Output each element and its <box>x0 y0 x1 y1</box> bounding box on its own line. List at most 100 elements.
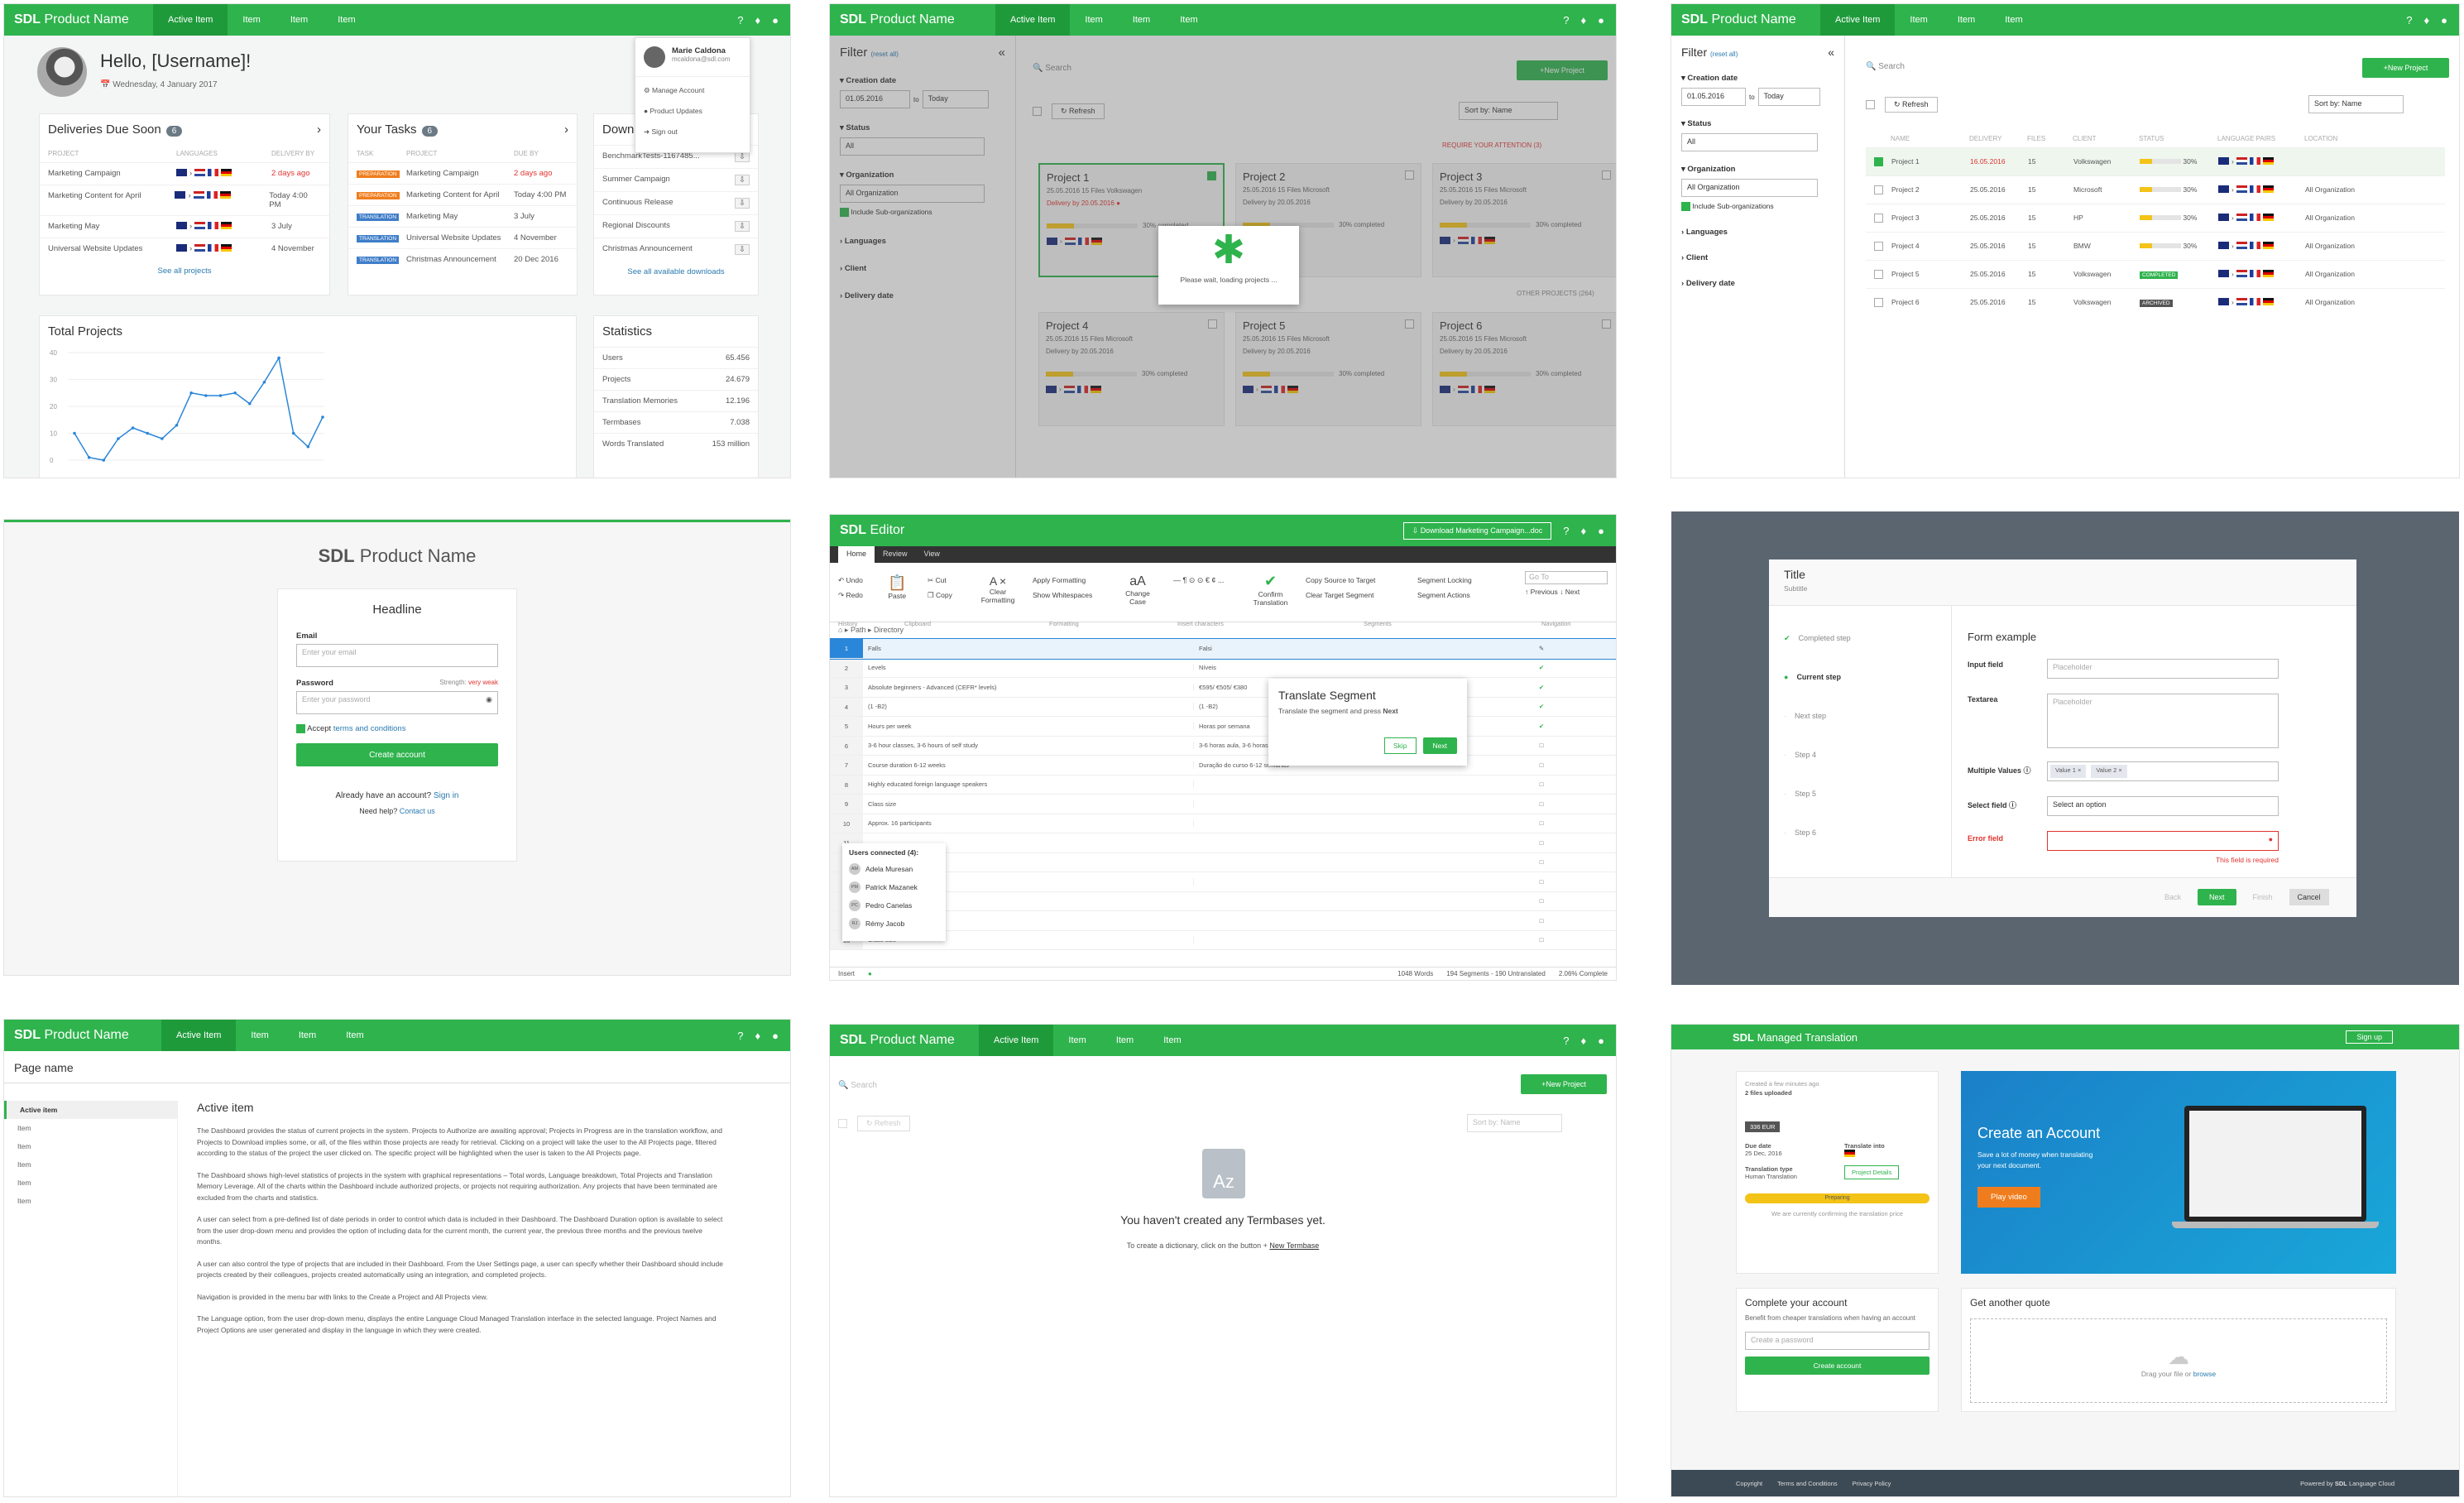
bell-icon[interactable]: ♦ <box>1581 1035 1587 1047</box>
signup-button[interactable]: Sign up <box>2346 1030 2393 1044</box>
cut-button[interactable]: ✂ Cut <box>928 573 952 588</box>
user-icon[interactable]: ● <box>772 1030 779 1042</box>
download-icon[interactable]: ⇩ <box>735 175 750 185</box>
table-row[interactable]: Marketing Campaign › 2 days ago <box>40 162 329 185</box>
privacy-link[interactable]: Privacy Policy <box>1853 1480 1891 1487</box>
row-checkbox[interactable] <box>1874 157 1883 166</box>
input-field[interactable]: Placeholder <box>2047 659 2279 679</box>
file-dropzone[interactable]: ☁ Drag your file or browse <box>1970 1318 2387 1403</box>
column-header[interactable]: CLIENT <box>2073 135 2139 142</box>
data-point[interactable] <box>175 423 179 427</box>
select-all-checkbox[interactable] <box>838 1119 847 1128</box>
download-icon[interactable]: ⇩ <box>735 244 750 255</box>
segment-row[interactable]: 15□ <box>830 911 1616 931</box>
logo[interactable]: SDL Product Name <box>4 12 153 27</box>
goto-input[interactable]: Go To <box>1525 571 1608 584</box>
select-all-checkbox[interactable] <box>1866 100 1875 109</box>
data-point[interactable] <box>262 380 266 384</box>
select-field[interactable]: Select an option <box>2047 796 2279 816</box>
table-row[interactable]: TRANSLATION Marketing May 3 July <box>348 205 577 227</box>
redo-button[interactable]: ↷ Redo <box>838 588 863 603</box>
see-all-downloads-link[interactable]: See all available downloads <box>594 261 758 283</box>
row-checkbox[interactable] <box>1874 270 1883 279</box>
date-to-input[interactable]: Today <box>1757 88 1820 106</box>
download-row[interactable]: Regional Discounts ⇩ <box>594 214 758 238</box>
data-point[interactable] <box>277 356 280 360</box>
nav-item-active[interactable]: Active Item <box>995 4 1071 36</box>
bell-icon[interactable]: ♦ <box>1581 525 1587 537</box>
connected-user[interactable]: AM Adela Muresan <box>849 860 939 878</box>
data-point[interactable] <box>161 437 164 440</box>
download-row[interactable]: Continuous Release ⇩ <box>594 191 758 214</box>
table-row[interactable]: PREPARATION Marketing Content for April To… <box>348 184 577 205</box>
segment-actions-button[interactable]: Segment Actions <box>1417 588 1472 603</box>
browse-link[interactable]: browse <box>2193 1370 2216 1378</box>
new-project-button[interactable]: + New Project <box>2362 58 2449 78</box>
table-row[interactable]: TRANSLATION Universal Website Updates 4 No… <box>348 227 577 248</box>
sort-select[interactable]: Sort by: Name <box>2308 95 2404 113</box>
tab-home[interactable]: Home <box>838 546 875 563</box>
column-header[interactable]: NAME <box>1891 135 1969 142</box>
data-point[interactable] <box>117 437 120 440</box>
segment-row[interactable]: 12□ <box>830 852 1616 872</box>
user-icon[interactable]: ● <box>1598 1035 1604 1047</box>
nav-item[interactable]: Item <box>284 1020 331 1051</box>
column-header[interactable]: STATUS <box>2139 135 2217 142</box>
tab-review[interactable]: Review <box>875 546 916 563</box>
sidebar-item[interactable]: Active item <box>4 1101 177 1119</box>
undo-button[interactable]: ↶ Undo <box>838 573 863 588</box>
tab-view[interactable]: View <box>916 546 948 563</box>
segment-row[interactable]: 8 Highly educated foreign language speake… <box>830 775 1616 795</box>
apply-formatting-button[interactable]: Apply Formatting <box>1033 573 1092 588</box>
data-point[interactable] <box>218 394 223 397</box>
email-field[interactable]: Enter your email <box>296 644 498 667</box>
refresh-button[interactable]: ↻ Refresh <box>1885 97 1938 113</box>
multi-select[interactable]: Value 1 × Value 2 × <box>2047 761 2279 781</box>
table-row[interactable]: Universal Website Updates › 4 November <box>40 238 329 260</box>
clear-formatting-button[interactable]: A × Clear Formatting <box>977 574 1019 604</box>
segment-locking-button[interactable]: Segment Locking <box>1417 573 1472 588</box>
column-header[interactable]: DELIVERY <box>1969 135 2027 142</box>
previous-button[interactable]: ↑ Previous <box>1525 588 1558 596</box>
wizard-step[interactable]: ✔ Completed step <box>1784 634 1949 673</box>
table-row[interactable]: Marketing Content for April › Today 4:00 P… <box>40 185 329 215</box>
row-checkbox[interactable] <box>1874 185 1883 194</box>
next-button[interactable]: ↓ Next <box>1560 588 1580 596</box>
segment-row[interactable]: 2 Levels Níveis ✔ <box>830 658 1616 678</box>
segment-row[interactable]: 6 3-6 hour classes, 3-6 hours of self stu… <box>830 736 1616 756</box>
bell-icon[interactable]: ♦ <box>755 14 761 26</box>
wizard-step[interactable]: ● Current step <box>1784 673 1949 712</box>
chevron-right-icon[interactable]: › <box>564 122 568 137</box>
nav-item-active[interactable]: Active Item <box>153 4 228 36</box>
data-point[interactable] <box>131 426 135 430</box>
column-header[interactable]: FILES <box>2027 135 2073 142</box>
chip[interactable]: Value 2 × <box>2091 765 2127 778</box>
data-point[interactable] <box>204 394 208 397</box>
nav-item[interactable]: Item <box>1990 4 2037 36</box>
clear-target-button[interactable]: Clear Target Segment <box>1306 588 1375 603</box>
nav-item[interactable]: Item <box>1943 4 1990 36</box>
data-point[interactable] <box>189 391 193 395</box>
users-icon[interactable]: ● <box>868 970 872 977</box>
download-row[interactable]: Summer Campaign ⇩ <box>594 168 758 191</box>
segment-row[interactable]: 9 Class size □ <box>830 795 1616 814</box>
manage-account-item[interactable]: ⚙ Manage Account <box>644 80 741 101</box>
copyright-link[interactable]: Copyright <box>1736 1480 1762 1487</box>
password-field[interactable]: Create a password <box>1745 1332 1929 1350</box>
cancel-button[interactable]: Cancel <box>2289 889 2329 905</box>
terms-link[interactable]: terms and conditions <box>333 724 406 733</box>
segment-row[interactable]: 7 Course duration 6-12 weeks Duração do cu… <box>830 756 1616 776</box>
search-bar[interactable]: 🔍 Search <box>838 1081 877 1090</box>
see-all-projects-link[interactable]: See all projects <box>40 260 329 282</box>
table-row[interactable]: Project 3 25.05.2016 15 HP 30% › All Organiza… <box>1866 204 2445 232</box>
accept-checkbox[interactable] <box>296 724 305 733</box>
data-point[interactable] <box>102 459 106 462</box>
nav-item[interactable]: Item <box>276 4 323 36</box>
sidebar-item[interactable]: Item <box>4 1137 177 1155</box>
nav-item[interactable]: Item <box>323 4 370 36</box>
connected-user[interactable]: PM Patrick Mazanek <box>849 878 939 896</box>
logo[interactable]: SDL Managed Translation <box>1671 1031 1858 1044</box>
data-point[interactable] <box>291 431 295 435</box>
play-video-button[interactable]: Play video <box>1977 1187 2040 1208</box>
reset-all-link[interactable]: (reset all) <box>1710 50 1738 58</box>
